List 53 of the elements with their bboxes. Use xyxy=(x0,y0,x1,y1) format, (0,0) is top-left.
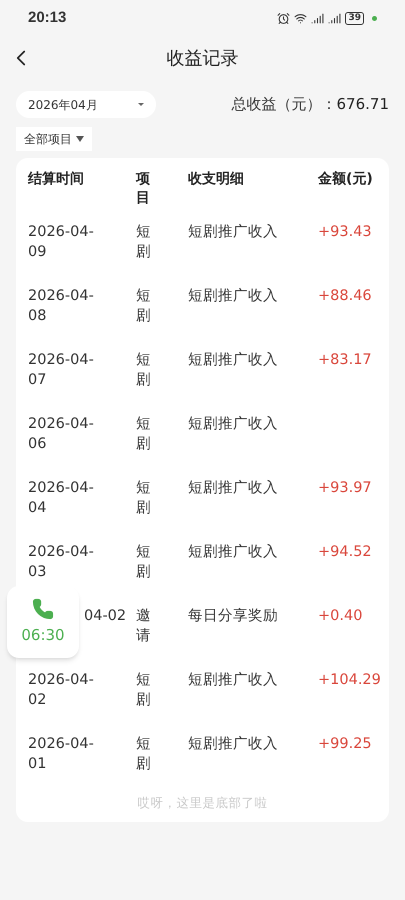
date-cell-text: 2026-04-08 xyxy=(28,287,95,326)
amount-cell-text: +0.40 xyxy=(318,607,364,626)
project-cell-text: 短剧 xyxy=(136,671,150,710)
date-cell-text: 04-02 xyxy=(84,607,128,626)
project-cell-text: 邀请 xyxy=(136,607,150,646)
month-dropdown[interactable]: 2026年04月 xyxy=(16,91,156,118)
date-cell-text: 2026-04-09 xyxy=(28,223,95,262)
detail-cell-text: 短剧推广收入 xyxy=(188,543,279,562)
project-cell-text: 短剧 xyxy=(136,415,150,454)
alarm-icon xyxy=(277,12,290,24)
amount-cell-text: +99.25 xyxy=(318,735,373,754)
column-header: 金额(元) xyxy=(318,170,374,189)
amount-cell-text: +93.97 xyxy=(318,479,373,498)
signal-icon xyxy=(328,12,342,24)
detail-cell-text: 短剧推广收入 xyxy=(188,287,279,306)
page-title: 收益记录 xyxy=(166,46,238,70)
detail-cell-text: 短剧推广收入 xyxy=(188,223,279,242)
date-cell-text: 2026-04-07 xyxy=(28,351,95,390)
project-dropdown[interactable]: 全部项目 xyxy=(16,127,92,151)
project-cell-text: 短剧 xyxy=(136,287,150,326)
detail-cell-text: 短剧推广收入 xyxy=(188,671,279,690)
battery-level: 39 xyxy=(345,12,364,24)
amount-cell-text: +104.29 xyxy=(318,671,381,690)
date-cell-text: 2026-04-02 xyxy=(28,671,95,710)
project-cell-text: 短剧 xyxy=(136,351,150,390)
project-cell-text: 短剧 xyxy=(136,735,150,774)
signal-icon xyxy=(311,12,324,24)
project-cell-text: 短剧 xyxy=(136,479,150,518)
wifi-icon xyxy=(294,12,308,24)
date-cell-text: 2026-04-03 xyxy=(28,543,95,582)
amount-cell-text: +93.43 xyxy=(318,223,373,242)
status-time: 20:13 xyxy=(28,8,66,28)
date-cell-text: 2026-04-06 xyxy=(28,415,95,454)
amount-cell-text: +94.52 xyxy=(318,543,373,562)
detail-cell-text: 短剧推广收入 xyxy=(188,479,279,498)
column-header: 结算时间 xyxy=(28,170,85,189)
detail-cell-text: 短剧推广收入 xyxy=(188,351,279,370)
date-cell-text: 2026-04-01 xyxy=(28,735,95,774)
phone-icon xyxy=(32,598,54,620)
date-cell-text: 2026-04-04 xyxy=(28,479,95,518)
project-cell-text: 短剧 xyxy=(136,543,150,582)
total-earnings: 总收益（元）：676.71 xyxy=(232,94,389,116)
detail-cell-text: 每日分享奖励 xyxy=(188,606,279,626)
column-header: 收支明细 xyxy=(188,170,245,189)
caret-icon xyxy=(138,103,144,106)
project-cell-text: 短剧 xyxy=(136,223,150,262)
amount-cell-text: +83.17 xyxy=(318,351,373,370)
detail-cell-text: 短剧推广收入 xyxy=(188,735,279,754)
detail-cell-text: 短剧推广收入 xyxy=(188,415,279,434)
caret-icon xyxy=(76,136,84,142)
column-header: 项目 xyxy=(136,170,150,208)
call-timer: 06:30 xyxy=(21,624,65,646)
amount-cell-text: +88.46 xyxy=(318,287,373,306)
